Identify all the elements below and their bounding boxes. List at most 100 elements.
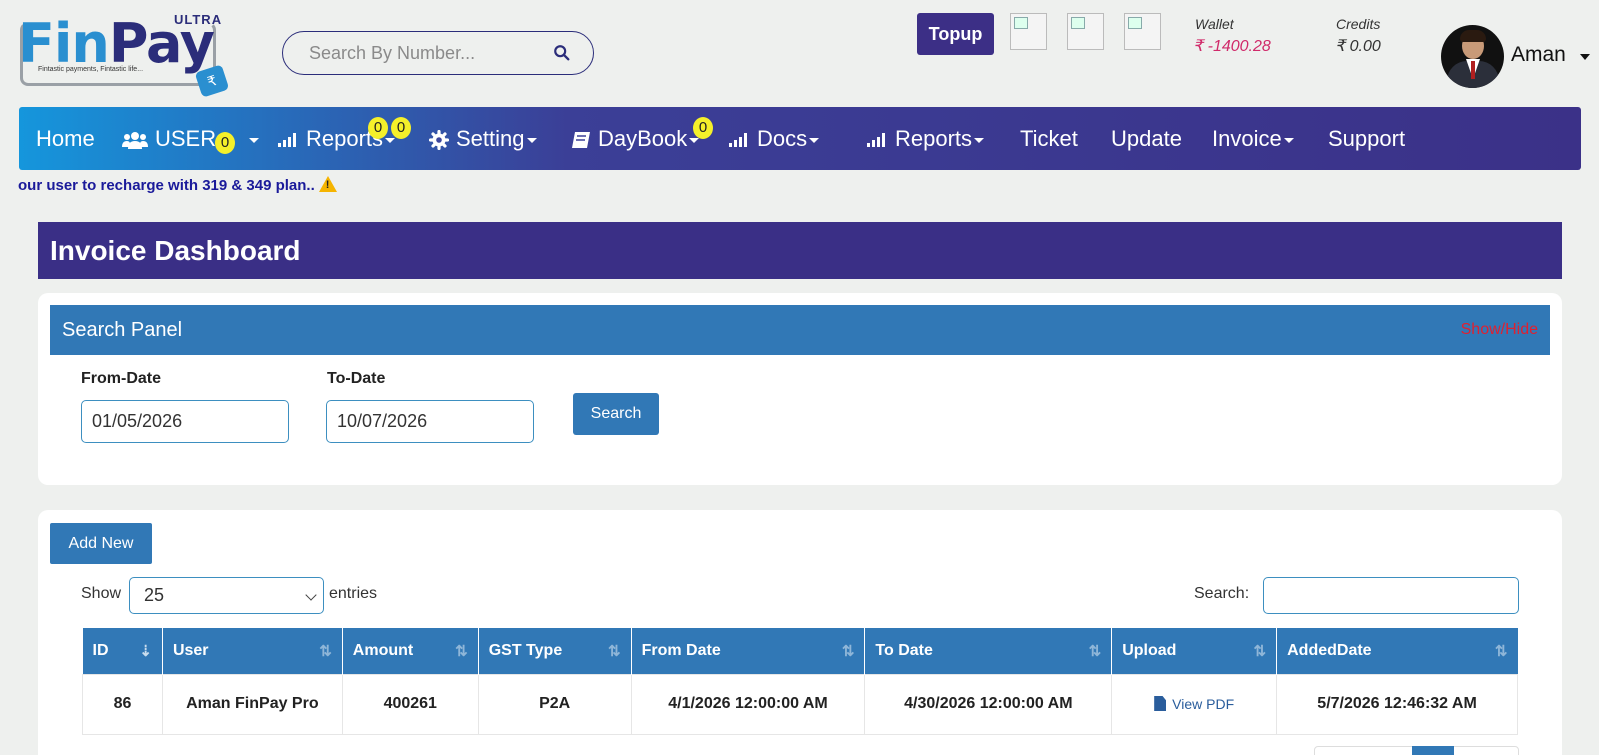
nav-setting[interactable]: Setting <box>429 107 537 170</box>
nav-home[interactable]: Home <box>36 107 95 170</box>
users-count-badge: 0 <box>215 132 235 154</box>
table-search-input[interactable] <box>1263 577 1519 614</box>
nav-daybook-label: DayBook <box>598 126 688 151</box>
sort-icon: ⇅ <box>608 643 621 660</box>
cell-amount: 400261 <box>341 673 479 735</box>
nav-ticket[interactable]: Ticket <box>1020 107 1078 170</box>
table-row: 86 Aman FinPay Pro 400261 P2A 4/1/2026 1… <box>82 673 1518 735</box>
nav-update-label: Update <box>1111 126 1182 151</box>
nav-invoice-label: Invoice <box>1212 126 1282 151</box>
search-icon[interactable] <box>553 44 571 62</box>
caret-down-icon <box>974 137 985 143</box>
cell-to-date: 4/30/2026 12:00:00 AM <box>864 673 1113 735</box>
page-title: Invoice Dashboard <box>38 222 1562 279</box>
search-panel-header: Search Panel Show/Hide <box>50 305 1550 355</box>
sort-icon: ⇅ <box>455 643 468 660</box>
caret-down-icon <box>809 137 820 143</box>
column-header-from-date[interactable]: From Date ⇅ <box>631 628 866 674</box>
signal-bars-icon <box>867 133 889 148</box>
main-navbar: Home USERs 0 Reports 0 0 Setting DayBook… <box>19 107 1581 170</box>
caret-down-icon <box>249 137 260 143</box>
table-search-label: Search: <box>1194 585 1250 602</box>
entries-per-page-select[interactable]: 25 <box>129 577 324 614</box>
column-header-gst-type[interactable]: GST Type ⇅ <box>478 628 632 674</box>
column-header-amount[interactable]: Amount ⇅ <box>342 628 479 674</box>
sort-desc-icon: ⇣ <box>139 643 152 660</box>
book-icon <box>572 132 590 149</box>
reports-badge-1: 0 <box>368 117 388 139</box>
column-header-to-date[interactable]: To Date ⇅ <box>864 628 1113 674</box>
quick-link-image-2[interactable] <box>1067 13 1104 50</box>
nav-ticket-label: Ticket <box>1020 126 1078 151</box>
credits-label: Credits <box>1336 16 1381 32</box>
nav-invoice[interactable]: Invoice <box>1212 107 1294 170</box>
search-panel-title: Search Panel <box>62 319 183 341</box>
pagination-current-page[interactable] <box>1412 746 1454 755</box>
chevron-down-icon <box>305 589 317 601</box>
announcement-ticker: our user to recharge with 319 & 349 plan… <box>18 176 337 194</box>
table-header-row: ID ⇣ User ⇅ Amount ⇅ GST Type ⇅ From Date ⇅ T… <box>82 628 1518 674</box>
nav-daybook[interactable]: DayBook <box>571 107 700 170</box>
quick-link-image-1[interactable] <box>1010 13 1047 50</box>
cell-user: Aman FinPay Pro <box>161 673 343 735</box>
finpay-logo[interactable]: FinPay ULTRA Fintastic payments, Fintast… <box>18 12 238 98</box>
pdf-file-icon <box>1154 696 1167 711</box>
sort-icon: ⇅ <box>1253 643 1267 660</box>
column-header-user[interactable]: User ⇅ <box>162 628 343 674</box>
show-hide-toggle[interactable]: Show/Hide <box>1461 305 1538 355</box>
gear-icon <box>429 130 449 151</box>
logo-tagline: Fintastic payments, Fintastic life... <box>38 66 144 73</box>
topup-button[interactable]: Topup <box>917 13 994 55</box>
nav-support[interactable]: Support <box>1328 107 1405 170</box>
nav-docs[interactable]: Docs <box>729 107 820 170</box>
number-search-input[interactable] <box>309 41 549 65</box>
search-button[interactable]: Search <box>573 393 659 435</box>
wallet-label: Wallet <box>1195 16 1234 32</box>
column-header-added-date[interactable]: AddedDate ⇅ <box>1276 628 1518 674</box>
search-panel-card: Search Panel Show/Hide <box>38 293 1562 485</box>
cell-gst-type: P2A <box>477 673 632 735</box>
cell-from-date: 4/1/2026 12:00:00 AM <box>630 673 866 735</box>
users-icon <box>122 132 148 150</box>
sort-icon: ⇅ <box>1088 643 1102 660</box>
nav-support-label: Support <box>1328 126 1406 151</box>
nav-docs-label: Docs <box>757 126 808 151</box>
caret-down-icon <box>1283 137 1294 143</box>
caret-down-icon <box>526 137 537 143</box>
credits-balance: ₹ 0.00 <box>1335 38 1381 55</box>
avatar[interactable] <box>1441 25 1504 88</box>
quick-link-image-3[interactable] <box>1124 13 1161 50</box>
to-date-input[interactable] <box>326 400 534 443</box>
column-header-upload[interactable]: Upload ⇅ <box>1111 628 1278 674</box>
to-date-label: To-Date <box>327 370 386 387</box>
user-menu-name[interactable]: Aman <box>1511 43 1566 67</box>
wallet-balance: ₹ -1400.28 <box>1193 38 1271 55</box>
cell-added-date: 5/7/2026 12:46:32 AM <box>1276 673 1518 735</box>
warning-icon <box>318 176 337 192</box>
daybook-badge: 0 <box>693 117 713 139</box>
from-date-label: From-Date <box>81 370 162 387</box>
nav-reports-2-label: Reports <box>895 126 973 151</box>
add-new-button[interactable]: Add New <box>50 523 152 564</box>
nav-update[interactable]: Update <box>1111 107 1182 170</box>
from-date-input[interactable] <box>81 400 289 443</box>
nav-users[interactable]: USERs <box>122 107 260 170</box>
nav-home-label: Home <box>36 126 95 151</box>
caret-down-icon[interactable] <box>1580 54 1590 60</box>
sort-icon: ⇅ <box>1494 643 1508 660</box>
logo-ultra: ULTRA <box>174 12 223 27</box>
reports-badge-2: 0 <box>391 117 411 139</box>
signal-bars-icon <box>278 133 300 148</box>
nav-setting-label: Setting <box>456 126 525 151</box>
caret-down-icon <box>385 137 396 143</box>
nav-reports-2[interactable]: Reports <box>867 107 985 170</box>
entries-label: entries <box>329 585 378 602</box>
caret-down-icon <box>689 137 700 143</box>
view-pdf-link[interactable]: View PDF <box>1154 696 1234 712</box>
ticker-text: our user to recharge with 319 & 349 plan… <box>18 177 315 194</box>
sort-icon: ⇅ <box>319 643 332 660</box>
column-header-id[interactable]: ID ⇣ <box>82 628 163 674</box>
signal-bars-icon <box>729 133 751 148</box>
cell-upload: View PDF <box>1111 673 1278 735</box>
view-pdf-label: View PDF <box>1172 696 1235 712</box>
